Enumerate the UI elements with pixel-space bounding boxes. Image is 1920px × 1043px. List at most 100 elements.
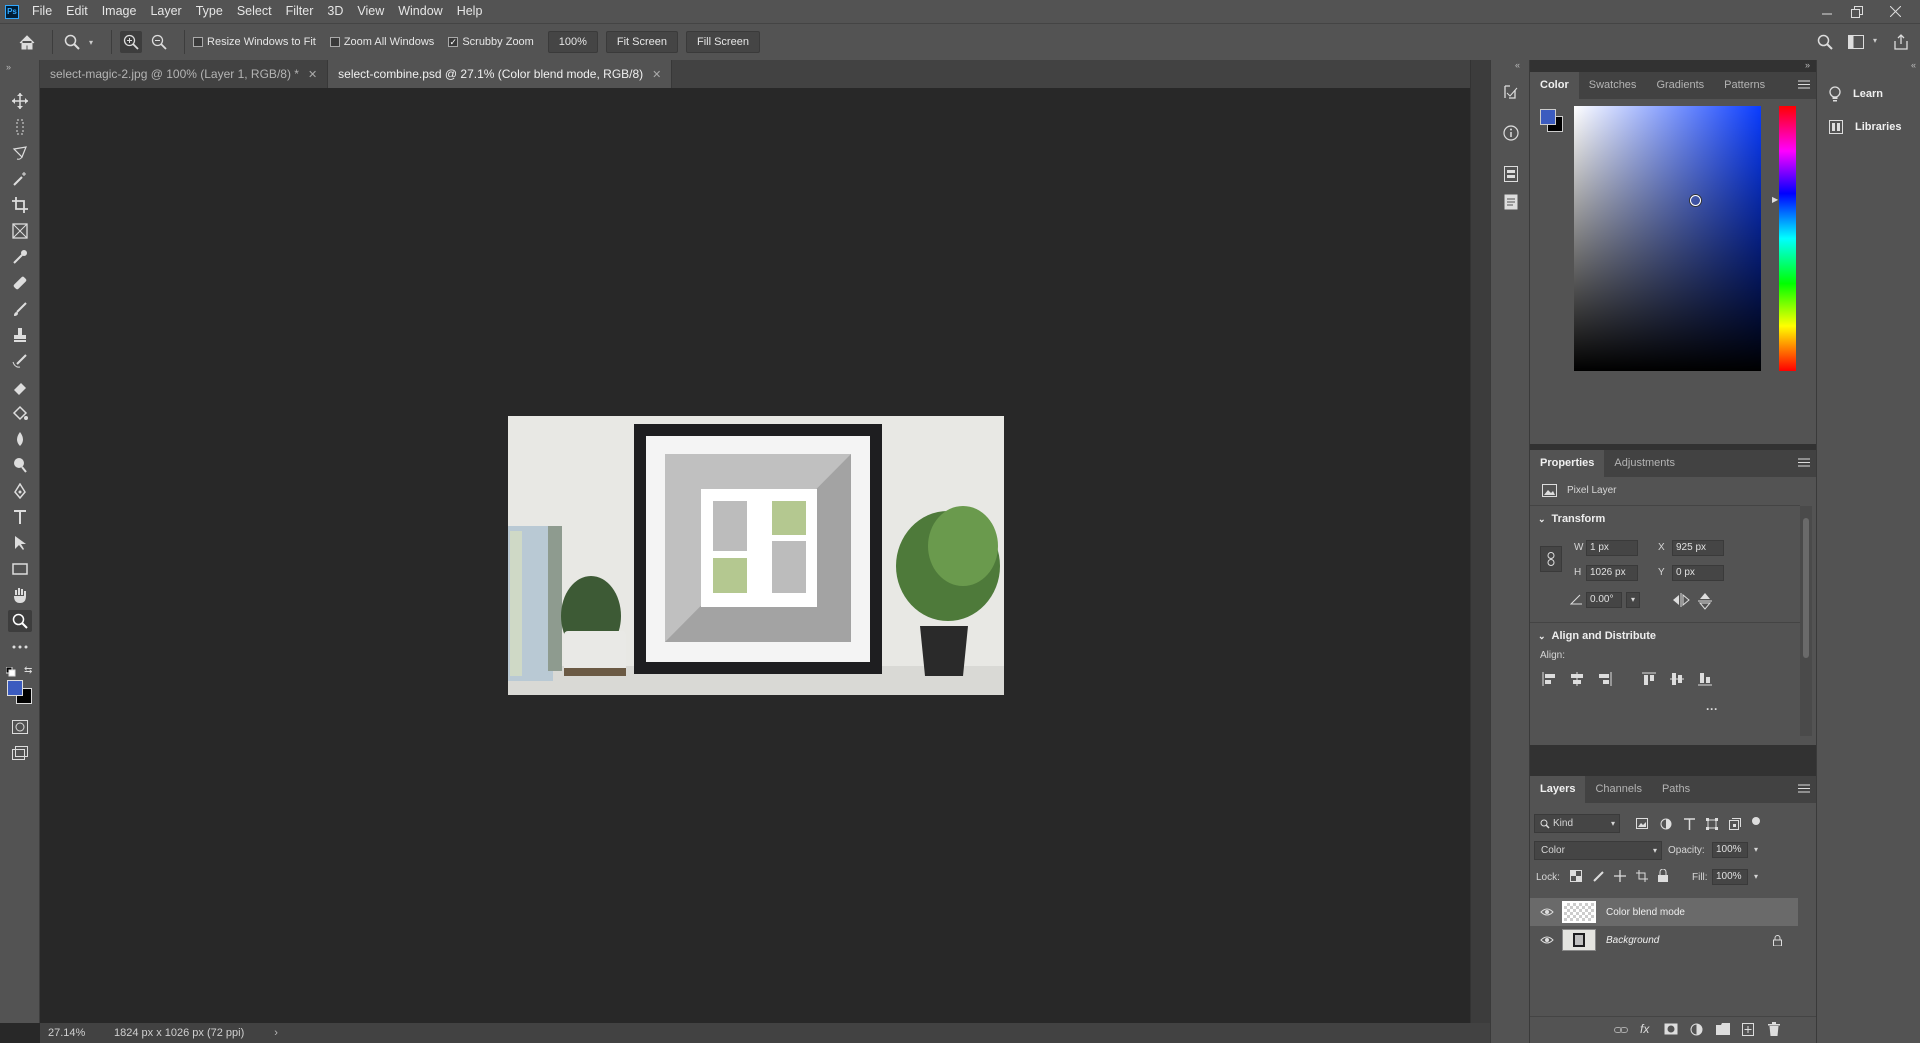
checkbox-box[interactable] [193, 37, 204, 47]
collapse-arrows-icon[interactable]: » [1805, 60, 1810, 70]
lock-all-icon[interactable] [1658, 869, 1668, 882]
add-mask-icon[interactable] [1664, 1023, 1678, 1035]
vertical-scrollbar[interactable] [1470, 60, 1490, 1023]
libraries-panel-button[interactable]: Libraries [1817, 110, 1920, 143]
frame-tool-icon[interactable] [8, 220, 32, 242]
menu-file[interactable]: File [25, 0, 59, 23]
document-image[interactable] [508, 416, 1004, 695]
align-bottom-edges-icon[interactable] [1698, 672, 1712, 686]
layer-name[interactable]: Color blend mode [1606, 907, 1685, 918]
zoom-value-field[interactable]: 100% [547, 31, 598, 53]
close-tab-icon[interactable]: ✕ [652, 68, 661, 81]
lasso-tool-icon[interactable] [8, 142, 32, 164]
resize-windows-checkbox[interactable]: Resize Windows to Fit [193, 36, 316, 48]
swap-colors-icon[interactable]: ⇆ [24, 665, 32, 676]
foreground-color-swatch[interactable] [1540, 109, 1556, 125]
layer-style-fx-icon[interactable]: fx [1640, 1022, 1649, 1036]
width-field[interactable]: 1 px [1586, 540, 1638, 556]
rectangle-tool-icon[interactable] [8, 558, 32, 580]
default-colors-icon[interactable] [5, 666, 16, 677]
flip-horizontal-icon[interactable] [1672, 593, 1690, 607]
lock-position-icon[interactable] [1614, 870, 1626, 882]
pen-tool-icon[interactable] [8, 480, 32, 502]
filter-shape-icon[interactable] [1706, 818, 1718, 830]
quick-mask-icon[interactable] [8, 716, 32, 738]
blur-tool-icon[interactable] [8, 428, 32, 450]
new-adjustment-layer-icon[interactable] [1690, 1023, 1703, 1036]
path-selection-tool-icon[interactable] [8, 532, 32, 554]
marquee-tool-icon[interactable] [8, 116, 32, 138]
fill-field[interactable]: 100% [1712, 869, 1748, 885]
chevron-down-icon[interactable]: ▾ [1873, 36, 1877, 45]
new-layer-icon[interactable] [1742, 1023, 1754, 1036]
document-tab-2[interactable]: select-combine.psd @ 27.1% (Color blend … [328, 60, 673, 88]
chevron-down-icon[interactable]: ▾ [1750, 869, 1762, 885]
collapse-arrows-icon[interactable]: « [1515, 60, 1520, 70]
align-right-edges-icon[interactable] [1598, 672, 1612, 686]
checkbox-box[interactable] [329, 37, 340, 47]
y-field[interactable]: 0 px [1672, 565, 1724, 581]
filter-pixel-icon[interactable] [1636, 818, 1648, 829]
history-icon[interactable] [1501, 82, 1521, 102]
document-tab-1[interactable]: select-magic-2.jpg @ 100% (Layer 1, RGB/… [40, 60, 329, 88]
filter-type-icon[interactable] [1684, 818, 1695, 830]
tab-gradients[interactable]: Gradients [1646, 72, 1714, 99]
tab-layers[interactable]: Layers [1530, 776, 1586, 803]
fit-screen-button[interactable]: Fit Screen [605, 31, 678, 53]
collapse-arrows-icon[interactable]: « [1911, 60, 1916, 70]
more-tools-icon[interactable] [8, 636, 32, 658]
paint-bucket-tool-icon[interactable] [8, 402, 32, 424]
magic-wand-tool-icon[interactable] [8, 168, 32, 190]
tab-paths[interactable]: Paths [1652, 776, 1700, 803]
hue-slider[interactable] [1779, 106, 1796, 371]
height-field[interactable]: 1026 px [1586, 565, 1638, 581]
crop-tool-icon[interactable] [8, 194, 32, 216]
dodge-tool-icon[interactable] [8, 454, 32, 476]
eraser-tool-icon[interactable] [8, 376, 32, 398]
align-left-edges-icon[interactable] [1542, 672, 1556, 686]
zoom-tool-preset-icon[interactable] [61, 31, 83, 53]
search-icon[interactable] [1814, 31, 1836, 53]
zoom-out-icon[interactable] [148, 31, 170, 53]
x-field[interactable]: 925 px [1672, 540, 1724, 556]
chevron-right-icon[interactable]: › [274, 1027, 278, 1039]
blend-mode-select[interactable]: Color ▾ [1534, 841, 1662, 860]
learn-panel-button[interactable]: Learn [1817, 77, 1920, 110]
filter-smart-object-icon[interactable] [1729, 818, 1741, 830]
checkmark-icon[interactable]: ✓ [448, 37, 459, 47]
hue-slider-handle-icon[interactable]: ▶ [1772, 195, 1778, 204]
layer-row[interactable]: Background [1530, 926, 1798, 954]
lock-image-pixels-icon[interactable] [1592, 870, 1604, 882]
layer-thumbnail[interactable] [1562, 901, 1596, 923]
menu-help[interactable]: Help [450, 0, 490, 23]
clone-stamp-tool-icon[interactable] [8, 324, 32, 346]
link-proportions-icon[interactable] [1540, 546, 1562, 572]
layer-name[interactable]: Background [1606, 935, 1659, 946]
color-picker-field[interactable] [1574, 106, 1761, 371]
home-icon[interactable] [16, 31, 38, 53]
close-window-icon[interactable] [1880, 0, 1910, 23]
zoom-tool-icon[interactable] [8, 610, 32, 632]
menu-layer[interactable]: Layer [143, 0, 188, 23]
chevron-down-icon[interactable]: ▾ [1626, 592, 1640, 608]
panel-menu-icon[interactable] [1798, 458, 1810, 467]
visibility-eye-icon[interactable] [1540, 907, 1554, 917]
screen-mode-icon[interactable] [8, 742, 32, 764]
menu-select[interactable]: Select [230, 0, 279, 23]
filter-kind-select[interactable]: Kind ▾ [1534, 814, 1620, 833]
move-tool-icon[interactable] [8, 90, 32, 112]
layer-row[interactable]: Color blend mode [1530, 898, 1798, 926]
link-layers-icon[interactable] [1614, 1025, 1628, 1035]
flip-vertical-icon[interactable] [1698, 592, 1712, 610]
menu-window[interactable]: Window [391, 0, 449, 23]
canvas-area[interactable] [40, 88, 1470, 1023]
tab-color[interactable]: Color [1530, 72, 1579, 99]
scrollbar-thumb[interactable] [1803, 518, 1809, 658]
align-horizontal-centers-icon[interactable] [1570, 672, 1584, 686]
filter-toggle-icon[interactable] [1752, 817, 1760, 825]
lock-artboard-icon[interactable] [1636, 870, 1648, 882]
opacity-field[interactable]: 100% [1712, 842, 1748, 858]
tab-swatches[interactable]: Swatches [1579, 72, 1647, 99]
notes-icon[interactable] [1501, 192, 1521, 212]
chevron-down-icon[interactable]: ▾ [89, 38, 93, 47]
